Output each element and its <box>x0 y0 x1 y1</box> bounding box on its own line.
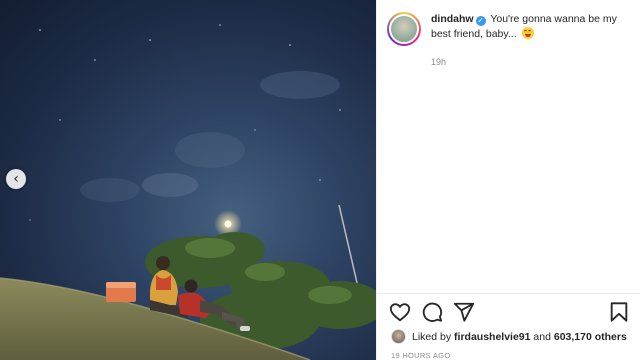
divider <box>377 293 640 294</box>
chevron-left-icon: ‹ <box>13 171 19 187</box>
likes-summary: Liked by firdaushelvie91 and 603,170 oth… <box>391 329 627 344</box>
action-bar <box>387 301 630 323</box>
liker-username[interactable]: firdaushelvie91 <box>454 331 530 343</box>
previous-photo-button[interactable]: ‹ <box>6 169 26 189</box>
post-caption: dindahw ✓ You're gonna wanna be my best f… <box>431 12 630 46</box>
heart-icon <box>389 303 411 322</box>
likes-conjunction: and <box>533 330 551 343</box>
liker-avatar[interactable] <box>391 329 406 344</box>
comment-button[interactable] <box>421 301 443 323</box>
caption-timestamp[interactable]: 19h <box>431 57 446 67</box>
verified-badge-icon: ✓ <box>475 16 486 26</box>
share-button[interactable] <box>453 301 475 323</box>
author-username[interactable]: dindahw <box>431 13 474 25</box>
share-icon <box>453 302 475 322</box>
post-photo[interactable]: ‹ <box>0 0 376 360</box>
author-avatar[interactable] <box>387 12 421 46</box>
author-avatar-image <box>389 14 419 44</box>
post-time-ago[interactable]: 19 HOURS AGO <box>391 351 450 360</box>
savoring-food-emoji-icon <box>521 27 534 39</box>
save-button[interactable] <box>608 301 630 323</box>
likes-count[interactable]: 603,170 others <box>554 331 627 343</box>
post-details-panel: dindahw ✓ You're gonna wanna be my best f… <box>376 0 640 360</box>
likes-prefix: Liked by <box>412 330 452 343</box>
like-button[interactable] <box>389 301 411 323</box>
caption-row: dindahw ✓ You're gonna wanna be my best f… <box>387 12 630 46</box>
comment-icon <box>422 302 443 322</box>
bookmark-icon <box>610 302 628 322</box>
night-sky-scene <box>0 24 376 360</box>
